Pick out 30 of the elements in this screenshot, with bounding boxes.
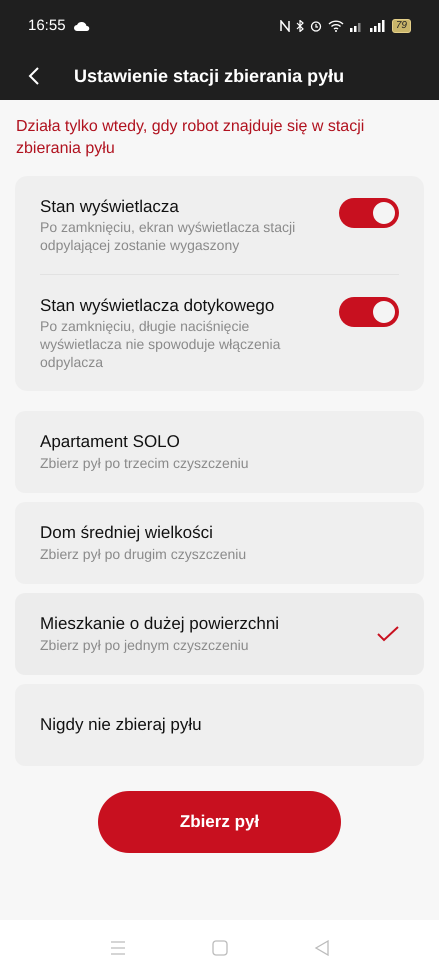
setting-label: Stan wyświetlacza dotykowego bbox=[40, 295, 276, 317]
mode-label: Dom średniej wielkości bbox=[40, 522, 214, 544]
mode-description: Zbierz pył po drugim czyszczeniu bbox=[40, 545, 246, 564]
mode-option[interactable]: Dom średniej wielkości Zbierz pył po drugim czyszczeniu bbox=[15, 502, 424, 584]
screen-title: Ustawienie stacji zbierania pyłu bbox=[74, 64, 344, 88]
mode-option[interactable]: Nigdy nie zbieraj pyłu bbox=[15, 684, 424, 766]
collect-dust-button[interactable]: Zbierz pył bbox=[98, 791, 341, 853]
setting-label: Stan wyświetlacza bbox=[40, 196, 180, 218]
bluetooth-icon bbox=[296, 20, 304, 32]
toggle-switch[interactable] bbox=[339, 297, 399, 327]
mode-description: Zbierz pył po jednym czyszczeniu bbox=[40, 636, 250, 655]
mode-option[interactable]: Mieszkanie o dużej powierzchni Zbierz pył po jednym czyszczeniu bbox=[15, 593, 424, 675]
nfc-icon bbox=[280, 20, 290, 32]
wifi-icon bbox=[328, 20, 344, 32]
back-icon bbox=[28, 66, 40, 86]
setting-description: Po zamknięciu, długie naciśnięcie wyświetlacza nie spowoduje włączenia odpylacza bbox=[40, 317, 282, 371]
mode-label: Mieszkanie o dużej powierzchni bbox=[40, 613, 280, 635]
status-time: 16:55 bbox=[28, 16, 66, 36]
checkmark-icon bbox=[377, 626, 399, 642]
mode-label: Apartament SOLO bbox=[40, 431, 181, 453]
setting-description: Po zamknięciu, ekran wyświetlacza stacji odpylającej zostanie wygaszony bbox=[40, 218, 296, 254]
mode-label: Nigdy nie zbieraj pyłu bbox=[40, 714, 202, 736]
signal-icon bbox=[370, 20, 386, 32]
cloud-icon bbox=[74, 21, 90, 31]
alarm-icon bbox=[310, 20, 322, 32]
battery-indicator: 79 bbox=[392, 19, 411, 33]
toggle-switch[interactable] bbox=[339, 198, 399, 228]
mode-description: Zbierz pył po trzecim czyszczeniu bbox=[40, 454, 249, 473]
mode-option[interactable]: Apartament SOLO Zbierz pył po trzecim czyszczeniu bbox=[15, 411, 424, 493]
notice-text: Działa tylko wtedy, gdy robot znajduje się w stacji zbierania pyłu bbox=[15, 117, 366, 159]
